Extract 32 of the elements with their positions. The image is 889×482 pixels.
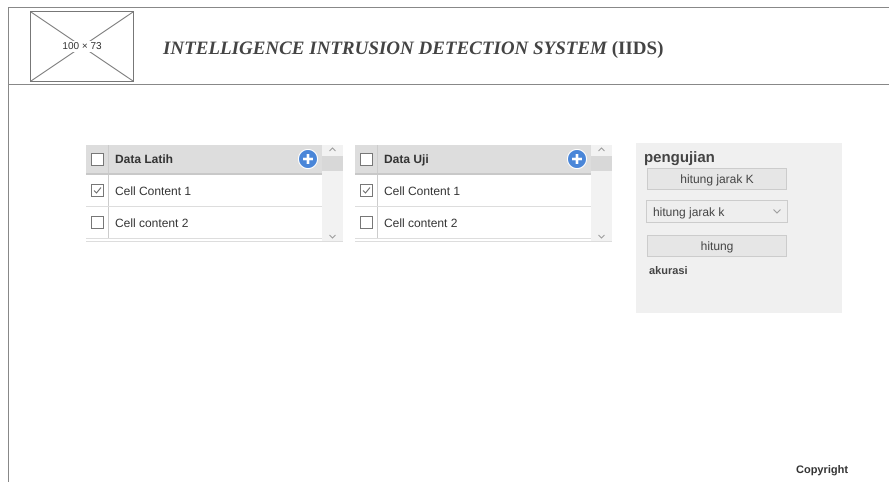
checkbox[interactable] <box>90 152 104 166</box>
add-icon[interactable] <box>298 149 318 169</box>
scroll-thumb[interactable] <box>591 156 612 171</box>
placeholder-label: 100 × 73 <box>61 40 103 52</box>
checkbox[interactable] <box>360 152 372 166</box>
checkbox[interactable] <box>90 184 104 197</box>
scrollbar[interactable] <box>591 145 612 241</box>
chevron-down-icon <box>773 209 781 214</box>
table-cell-text: Cell content 2 <box>114 216 190 230</box>
add-icon[interactable] <box>567 149 587 169</box>
scroll-down-icon[interactable] <box>329 234 336 239</box>
scroll-thumb[interactable] <box>322 156 343 171</box>
checkbox[interactable] <box>90 216 104 229</box>
table-cell-text: Cell content 2 <box>383 216 458 230</box>
compute-distance-button[interactable]: hitung jarak K <box>647 168 787 190</box>
table-cell-text: Cell Content 1 <box>383 184 462 198</box>
scroll-down-icon[interactable] <box>598 234 605 239</box>
scroll-up-icon[interactable] <box>598 147 605 152</box>
dropdown-value: hitung jarak k <box>653 204 724 218</box>
scroll-up-icon[interactable] <box>329 147 336 152</box>
column-title: Data Latih <box>114 152 174 166</box>
panel-title: pengujian <box>644 149 715 166</box>
scrollbar[interactable] <box>322 145 343 241</box>
method-dropdown[interactable]: hitung jarak k <box>646 200 788 223</box>
checkbox[interactable] <box>360 216 372 229</box>
table-cell-text: Cell Content 1 <box>114 184 192 198</box>
app-title: INTELLIGENCE INTRUSION DETECTION SYSTEM (IIDS) <box>163 38 664 60</box>
compute-button[interactable]: hitung <box>647 235 787 257</box>
column-title: Data Uji <box>383 152 430 166</box>
copyright-text: Copyright <box>796 464 848 476</box>
accuracy-label: akurasi <box>649 265 688 277</box>
checkbox[interactable] <box>360 184 372 197</box>
